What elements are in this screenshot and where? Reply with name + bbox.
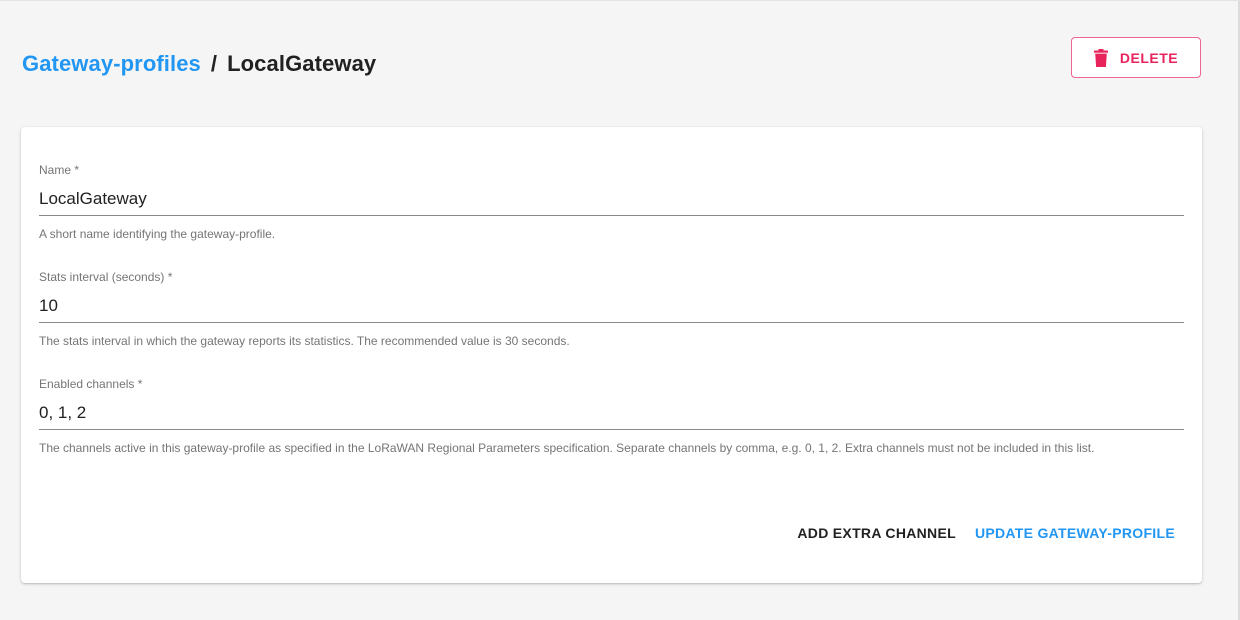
stats-interval-field: Stats interval (seconds) * The stats int… bbox=[39, 270, 1184, 351]
name-input[interactable] bbox=[39, 188, 1184, 210]
name-label: Name * bbox=[39, 163, 80, 177]
enabled-channels-underline bbox=[39, 429, 1184, 430]
delete-button-label: DELETE bbox=[1119, 49, 1179, 66]
name-help-text: A short name identifying the gateway-pro… bbox=[39, 227, 276, 241]
stats-interval-label: Stats interval (seconds) * bbox=[39, 270, 173, 284]
add-extra-channel-button[interactable]: ADD EXTRA CHANNEL bbox=[797, 525, 956, 541]
breadcrumb: Gateway-profiles / LocalGateway bbox=[22, 51, 376, 77]
form-actions: ADD EXTRA CHANNEL UPDATE GATEWAY-PROFILE bbox=[797, 525, 1175, 541]
stats-interval-input[interactable] bbox=[39, 295, 1184, 317]
gateway-profile-form-card: Name * A short name identifying the gate… bbox=[21, 127, 1202, 583]
stats-interval-underline bbox=[39, 322, 1184, 323]
name-field: Name * A short name identifying the gate… bbox=[39, 163, 1184, 244]
enabled-channels-label: Enabled channels * bbox=[39, 377, 143, 391]
name-underline bbox=[39, 215, 1184, 216]
update-gateway-profile-button[interactable]: UPDATE GATEWAY-PROFILE bbox=[975, 525, 1175, 541]
breadcrumb-link-gateway-profiles[interactable]: Gateway-profiles bbox=[22, 51, 201, 77]
stats-interval-help-text: The stats interval in which the gateway … bbox=[39, 334, 570, 348]
breadcrumb-separator: / bbox=[210, 51, 218, 76]
delete-button[interactable]: DELETE bbox=[1071, 37, 1201, 78]
enabled-channels-input[interactable] bbox=[39, 402, 1184, 424]
page: Gateway-profiles / LocalGateway DELETE N… bbox=[0, 0, 1240, 620]
page-title: LocalGateway bbox=[227, 51, 377, 76]
enabled-channels-help-text: The channels active in this gateway-prof… bbox=[39, 441, 1095, 455]
trash-icon bbox=[1093, 48, 1108, 67]
enabled-channels-field: Enabled channels * The channels active i… bbox=[39, 377, 1184, 458]
